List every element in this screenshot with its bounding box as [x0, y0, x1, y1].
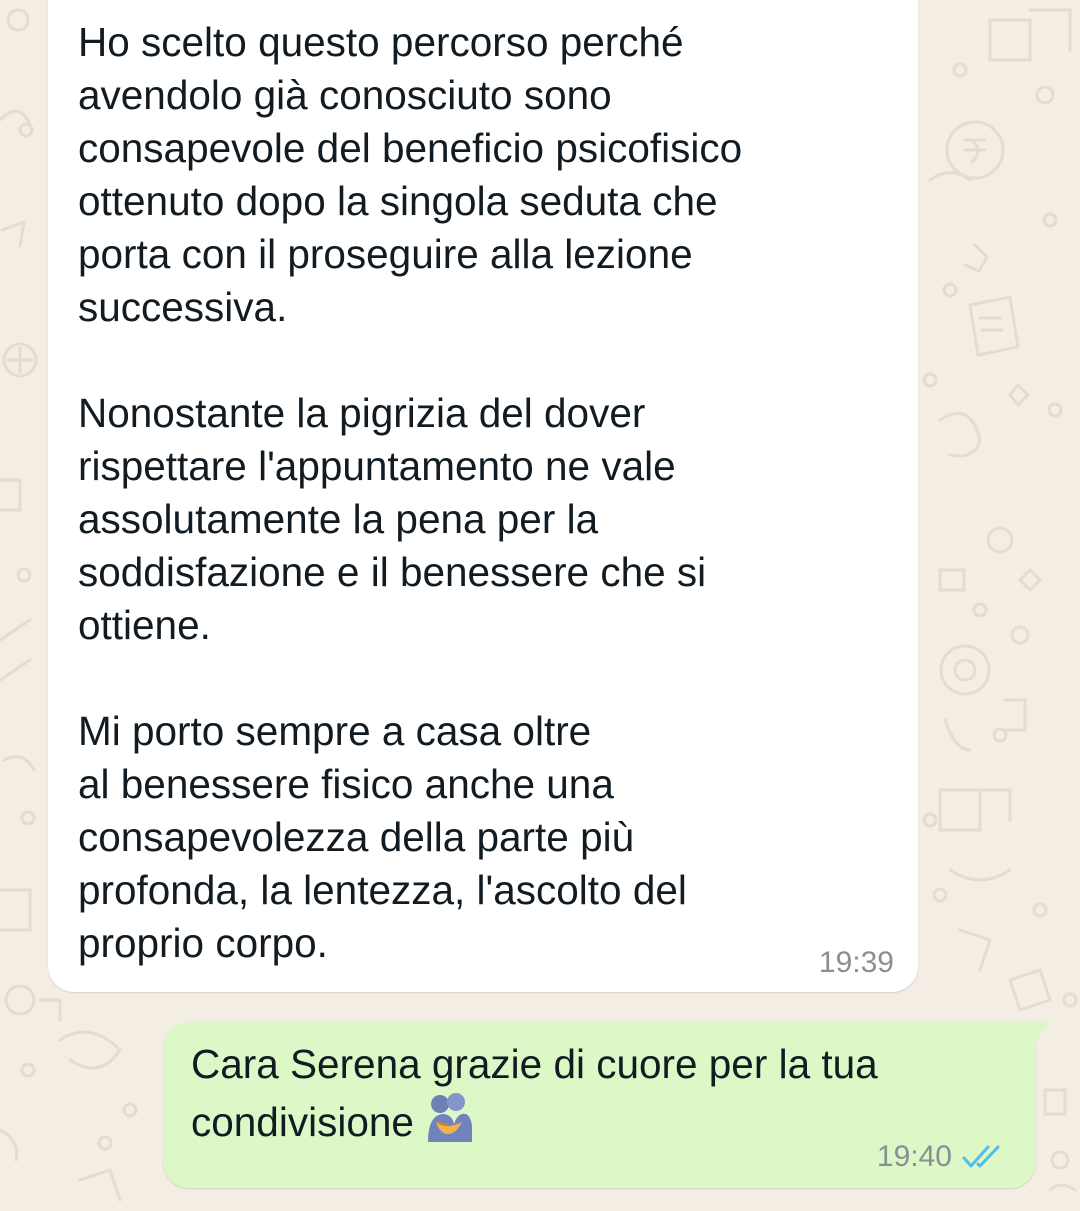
incoming-message-bubble[interactable]: Ho scelto questo percorso perché avendol… [48, 0, 918, 992]
message-text: Cara Serena grazie di cuore per la tua c… [191, 1041, 878, 1145]
message-meta: 19:39 [819, 946, 894, 980]
message-time: 19:40 [876, 1140, 952, 1173]
message-time: 19:39 [818, 946, 894, 979]
message-text: Ho scelto questo percorso perché avendol… [78, 19, 743, 966]
people-hugging-emoji [427, 1093, 472, 1142]
outgoing-message-bubble[interactable]: Cara Serena grazie di cuore per la tua c… [163, 1022, 1050, 1188]
bubble-tail-icon [1020, 1022, 1050, 1048]
message-meta: 19:40 [877, 1140, 1006, 1174]
read-double-check-icon [962, 1145, 1000, 1168]
